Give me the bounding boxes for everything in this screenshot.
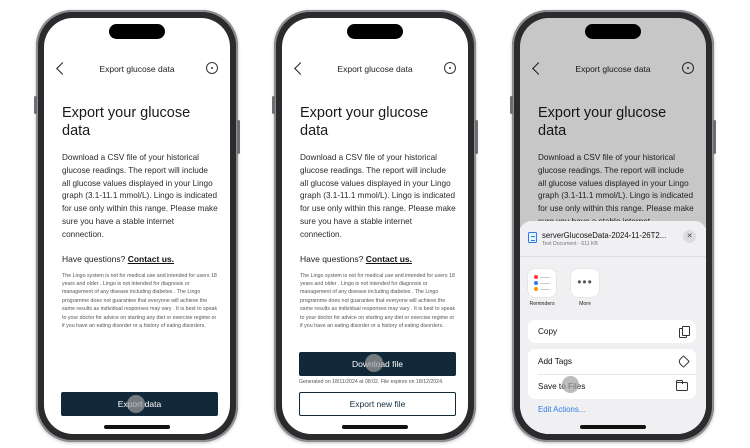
home-indicator bbox=[104, 425, 170, 429]
edit-actions-link[interactable]: Edit Actions... bbox=[538, 405, 585, 414]
divider bbox=[538, 374, 696, 375]
more-label: More bbox=[579, 301, 591, 307]
dynamic-island bbox=[109, 24, 165, 39]
add-tags-label: Add Tags bbox=[538, 356, 572, 366]
phone-frame-download: Export glucose data Export your glucose … bbox=[272, 10, 478, 442]
nav-bar: Export glucose data bbox=[44, 62, 230, 78]
action-group-files: Add Tags Save to Files bbox=[528, 349, 696, 399]
document-icon bbox=[528, 232, 537, 243]
questions-text: Have questions? bbox=[62, 253, 126, 264]
disclaimer-text: The Lingo system is not for medical use … bbox=[62, 272, 218, 330]
save-to-files-action[interactable]: Save to Files bbox=[538, 376, 688, 396]
generated-note: Generated on 18/11/2024 at 08:02. File e… bbox=[299, 379, 444, 385]
reminders-label: Reminders bbox=[529, 301, 555, 307]
screen-share: Export glucose data Export your glucose … bbox=[520, 18, 706, 434]
save-to-files-label: Save to Files bbox=[538, 381, 585, 391]
power-button bbox=[237, 120, 240, 154]
share-file-header: serverGlucoseData-2024-11-26T2... Text D… bbox=[528, 230, 696, 249]
help-icon[interactable] bbox=[206, 62, 218, 74]
add-tags-action[interactable]: Add Tags bbox=[538, 351, 690, 371]
page-description: Download a CSV file of your historical g… bbox=[300, 153, 456, 239]
help-icon[interactable] bbox=[444, 62, 456, 74]
touch-indicator bbox=[365, 354, 383, 372]
home-indicator bbox=[580, 425, 646, 429]
copy-icon bbox=[679, 325, 690, 338]
folder-icon bbox=[676, 379, 688, 391]
touch-indicator bbox=[562, 376, 579, 393]
export-new-file-button[interactable]: Export new file bbox=[299, 392, 456, 416]
dim-overlay bbox=[520, 18, 706, 228]
page-title: Export your glucose data bbox=[300, 105, 429, 139]
touch-indicator bbox=[127, 395, 145, 413]
volume-button bbox=[510, 96, 513, 114]
phone-frame-share: Export glucose data Export your glucose … bbox=[510, 10, 716, 442]
disclaimer-text: The Lingo system is not for medical use … bbox=[300, 272, 456, 330]
copy-action[interactable]: Copy bbox=[538, 321, 690, 341]
page-title: Export your glucose data bbox=[62, 105, 191, 139]
phone-frame-export: Export glucose data Export your glucose … bbox=[34, 10, 240, 442]
power-button bbox=[475, 120, 478, 154]
close-icon[interactable]: ✕ bbox=[683, 230, 696, 243]
copy-label: Copy bbox=[538, 326, 558, 336]
page-content: Export your glucose data Download a CSV … bbox=[300, 104, 456, 330]
page-content: Export your glucose data Download a CSV … bbox=[62, 104, 218, 330]
questions-text: Have questions? bbox=[300, 253, 364, 264]
file-meta: Text Document · 611 KB bbox=[542, 241, 598, 247]
nav-title: Export glucose data bbox=[337, 64, 413, 74]
export-new-file-label: Export new file bbox=[349, 399, 406, 409]
volume-button bbox=[34, 96, 37, 114]
contact-us-link[interactable]: Contact us. bbox=[366, 254, 412, 264]
page-description: Download a CSV file of your historical g… bbox=[62, 153, 218, 239]
questions-line: Have questions? Contact us. bbox=[62, 254, 218, 264]
nav-title: Export glucose data bbox=[99, 64, 175, 74]
questions-line: Have questions? Contact us. bbox=[300, 254, 456, 264]
volume-button bbox=[272, 96, 275, 114]
nav-bar: Export glucose data bbox=[282, 62, 468, 78]
more-icon[interactable]: ••• bbox=[571, 269, 599, 297]
share-sheet: serverGlucoseData-2024-11-26T2... Text D… bbox=[520, 221, 706, 434]
power-button bbox=[713, 120, 716, 154]
action-group-copy: Copy bbox=[528, 320, 696, 343]
screen-export: Export glucose data Export your glucose … bbox=[44, 18, 230, 434]
tag-icon bbox=[677, 354, 690, 368]
home-indicator bbox=[342, 425, 408, 429]
screen-download: Export glucose data Export your glucose … bbox=[282, 18, 468, 434]
contact-us-link[interactable]: Contact us. bbox=[128, 254, 174, 264]
dynamic-island bbox=[347, 24, 403, 39]
file-name: serverGlucoseData-2024-11-26T2... bbox=[542, 231, 667, 240]
divider bbox=[520, 256, 706, 257]
reminders-icon[interactable] bbox=[528, 269, 556, 297]
